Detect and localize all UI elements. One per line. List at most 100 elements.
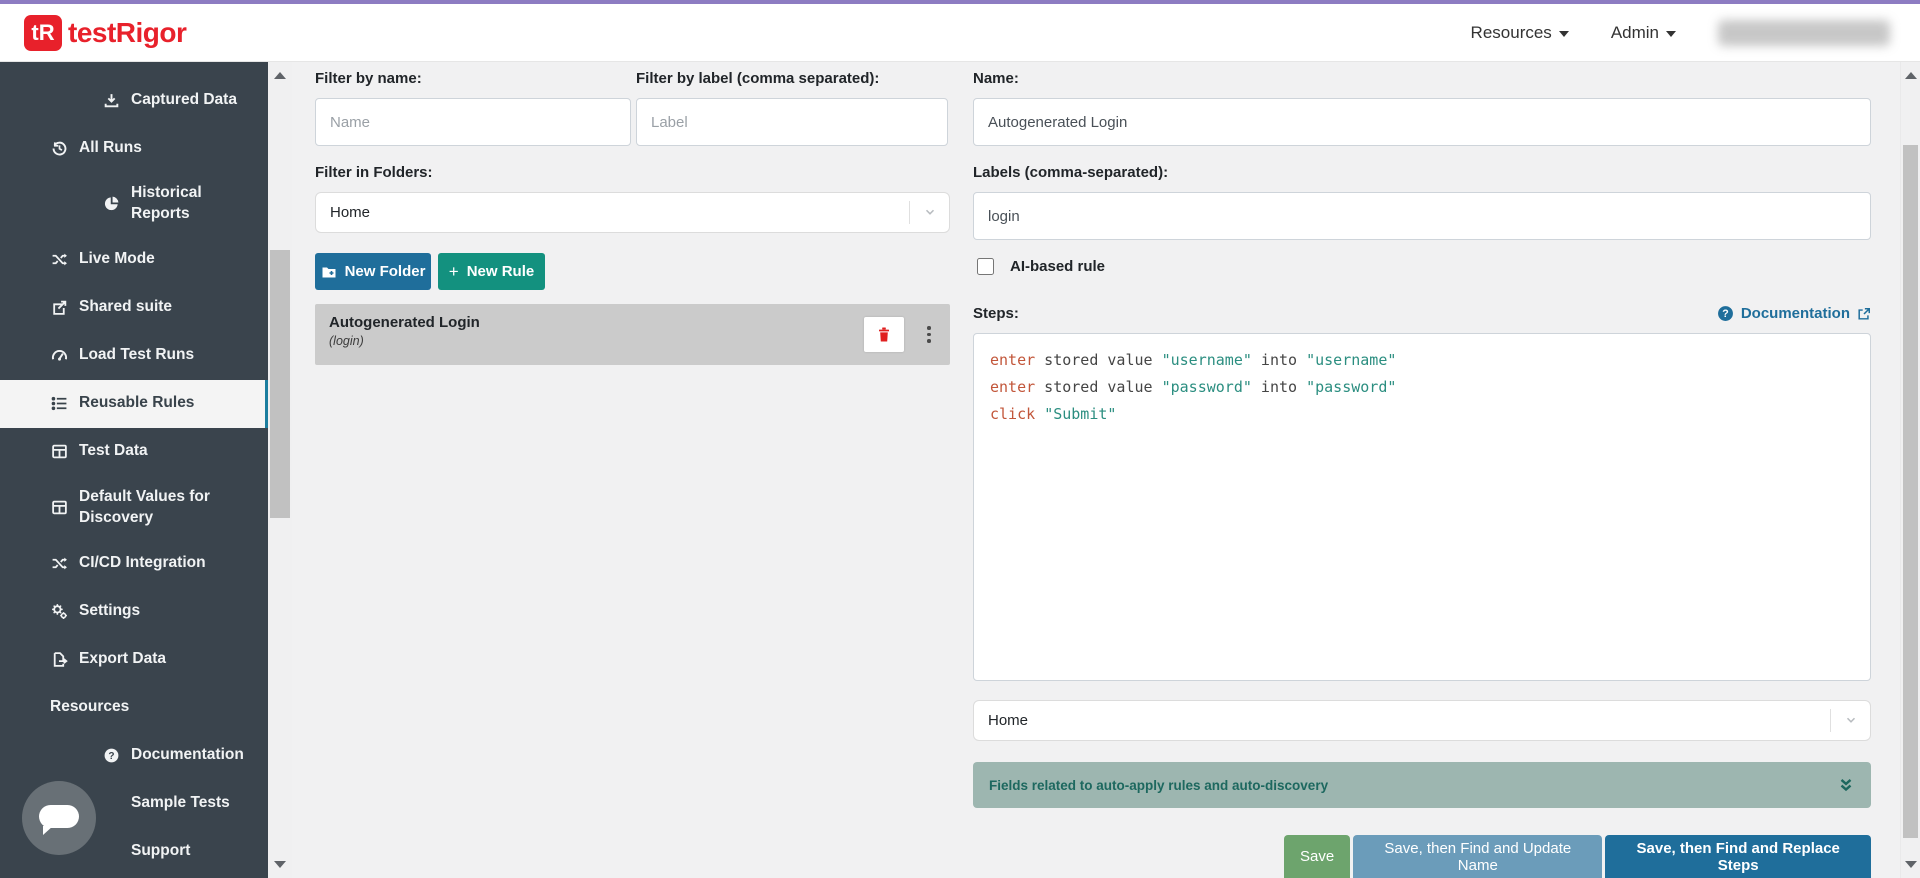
sidebar-item-cicd-integration[interactable]: CI/CD Integration [0, 540, 268, 588]
rule-more-options-kebab-icon[interactable] [920, 323, 938, 347]
sidebar-item-shared-suite[interactable]: Shared suite [0, 284, 268, 332]
new-folder-button[interactable]: New Folder [315, 253, 431, 290]
sidebar-item-label: Default Values for Discovery [37, 487, 258, 529]
shuffle-icon [50, 555, 68, 573]
folder-plus-icon [321, 264, 337, 280]
scroll-up-arrow-icon[interactable] [1905, 72, 1917, 79]
ai-based-rule-row: AI-based rule [977, 258, 1105, 275]
sidebar-item-settings[interactable]: Settings [0, 588, 268, 636]
chat-bubble-icon [39, 805, 79, 828]
sidebar-item-reusable-rules[interactable]: Reusable Rules [0, 380, 268, 428]
download-icon [102, 91, 120, 109]
trash-icon [876, 326, 892, 343]
rule-title: Autogenerated Login [329, 314, 936, 331]
filter-label-input[interactable] [636, 98, 948, 146]
rule-labels-input[interactable] [973, 192, 1871, 240]
rule-folder-value: Home [974, 712, 1830, 729]
list-icon [50, 395, 68, 413]
collapse-bar-label: Fields related to auto-apply rules and a… [989, 778, 1837, 793]
rule-list-item[interactable]: Autogenerated Login (login) [315, 304, 950, 365]
ai-based-rule-label: AI-based rule [1010, 258, 1105, 275]
chat-widget-button[interactable] [22, 781, 96, 855]
sidebar-section-resources: Resources [0, 684, 268, 732]
sidebar-item-captured-data[interactable]: Captured Data [0, 76, 268, 124]
nav-admin-dropdown[interactable]: Admin [1611, 23, 1676, 43]
save-find-replace-steps-button[interactable]: Save, then Find and Replace Steps [1605, 835, 1871, 878]
code-line: enter stored value "password" into "pass… [990, 374, 1854, 401]
external-link-icon [1857, 307, 1871, 321]
sidebar-item-label: CI/CD Integration [79, 553, 206, 574]
hidden-icon [102, 843, 120, 861]
sidebar-item-live-mode[interactable]: Live Mode [0, 236, 268, 284]
delete-rule-button[interactable] [864, 317, 904, 352]
sidebar-item-label: Test Data [79, 441, 148, 462]
sidebar-item-label: Historical Reports [131, 183, 258, 225]
user-name-blurred[interactable] [1718, 20, 1890, 46]
top-bar: tR testRigor Resources Admin [0, 0, 1920, 62]
steps-label: Steps: [973, 305, 1019, 322]
sidebar-item-load-test-runs[interactable]: Load Test Runs [0, 332, 268, 380]
top-navigation: Resources Admin [1471, 20, 1890, 46]
new-rule-label: New Rule [467, 263, 535, 280]
filter-by-name-label: Filter by name: [315, 70, 422, 87]
sidebar-item-default-values-for-discovery[interactable]: Default Values for Discovery [0, 476, 268, 540]
scroll-down-arrow-icon[interactable] [1905, 861, 1917, 868]
sidebar-item-label: Export Data [79, 649, 166, 670]
chevron-down-icon [909, 201, 949, 224]
folders-filter-select[interactable]: Home [315, 192, 950, 233]
shuffle-icon [50, 251, 68, 269]
sidebar-section-label: Resources [50, 697, 129, 718]
caret-down-icon [1666, 31, 1676, 37]
double-chevron-down-icon [1837, 776, 1855, 794]
ai-based-rule-checkbox[interactable] [977, 258, 994, 275]
testrigor-logo[interactable]: tR testRigor [24, 15, 186, 51]
save-find-update-name-button[interactable]: Save, then Find and Update Name [1353, 835, 1602, 878]
history-icon [50, 139, 68, 157]
filter-name-input[interactable] [315, 98, 631, 146]
sidebar-item-label: Settings [79, 601, 140, 622]
svg-text:?: ? [108, 751, 114, 762]
gauge-icon [50, 347, 68, 365]
sidebar-item-label: Captured Data [131, 90, 237, 111]
file-export-icon [50, 651, 68, 669]
list-pane-scrollbar[interactable] [268, 62, 292, 878]
sidebar-item-label: Shared suite [79, 297, 172, 318]
rule-folder-select[interactable]: Home [973, 700, 1871, 741]
sidebar-item-historical-reports[interactable]: Historical Reports [0, 172, 268, 236]
nav-resources-dropdown[interactable]: Resources [1471, 23, 1569, 43]
new-folder-label: New Folder [345, 263, 426, 280]
new-rule-button[interactable]: + New Rule [438, 253, 545, 290]
scroll-up-arrow-icon[interactable] [274, 72, 286, 79]
logo-text: testRigor [68, 17, 186, 49]
code-line: click "Submit" [990, 401, 1854, 428]
sidebar: Captured Data All Runs Historical Report… [0, 62, 268, 878]
documentation-link[interactable]: ? Documentation [1717, 305, 1871, 322]
scrollbar-thumb[interactable] [1903, 145, 1918, 838]
save-actions-row: Save Save, then Find and Update Name Sav… [1284, 835, 1871, 878]
code-line: enter stored value "username" into "user… [990, 347, 1854, 374]
sidebar-item-label: Support [131, 841, 190, 862]
name-label: Name: [973, 70, 1019, 87]
share-icon [50, 299, 68, 317]
auto-apply-fields-collapse-bar[interactable]: Fields related to auto-apply rules and a… [973, 762, 1871, 808]
save-button[interactable]: Save [1284, 835, 1350, 878]
sidebar-item-all-runs[interactable]: All Runs [0, 124, 268, 172]
documentation-label: Documentation [1741, 305, 1850, 322]
sidebar-item-label: Live Mode [79, 249, 155, 270]
sidebar-item-documentation[interactable]: ? Documentation [0, 732, 268, 780]
logo-badge-icon: tR [24, 15, 62, 51]
sidebar-item-export-data[interactable]: Export Data [0, 636, 268, 684]
page-scrollbar[interactable] [1900, 62, 1920, 878]
labels-label: Labels (comma-separated): [973, 164, 1168, 181]
caret-down-icon [1559, 31, 1569, 37]
sidebar-item-label: All Runs [79, 138, 142, 159]
rule-name-input[interactable] [973, 98, 1871, 146]
svg-text:?: ? [1722, 308, 1728, 320]
steps-code-editor[interactable]: enter stored value "username" into "user… [973, 333, 1871, 681]
sidebar-item-test-data[interactable]: Test Data [0, 428, 268, 476]
scrollbar-thumb[interactable] [270, 250, 290, 518]
question-circle-icon: ? [1717, 305, 1734, 322]
filter-in-folders-label: Filter in Folders: [315, 164, 433, 181]
scroll-down-arrow-icon[interactable] [274, 861, 286, 868]
sidebar-item-label: Load Test Runs [79, 345, 194, 366]
